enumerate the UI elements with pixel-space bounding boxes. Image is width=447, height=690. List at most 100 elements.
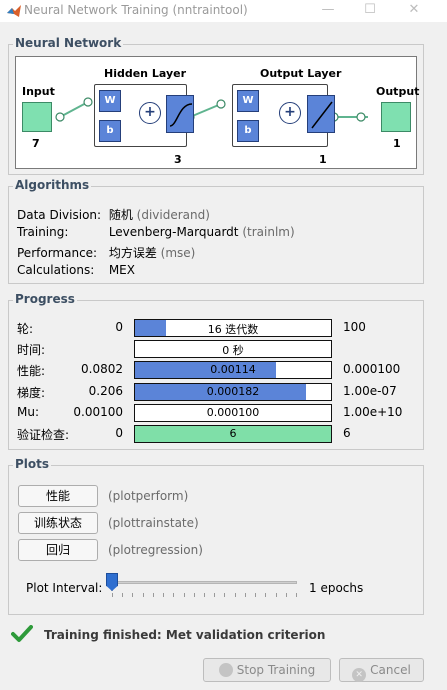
slider-tick	[122, 593, 124, 597]
plot-interval-slider[interactable]	[107, 581, 297, 584]
slider-tick	[183, 593, 185, 597]
plot-interval-value: 1 epochs	[309, 581, 364, 595]
algorithm-fn: (dividerand)	[136, 208, 210, 222]
output-layer-size: 1	[319, 153, 327, 166]
algorithm-value: Levenberg-Marquardt	[108, 225, 239, 239]
progress-end-value: 0.000100	[343, 362, 401, 377]
algorithm-key: Performance:	[17, 246, 98, 260]
progress-row-name: Mu:	[17, 404, 40, 419]
minimize-button[interactable]: —	[318, 1, 338, 19]
slider-tick	[244, 593, 246, 597]
output-size: 1	[393, 137, 401, 150]
stop-training-button[interactable]: Stop Training	[203, 658, 331, 682]
progress-current-value: 16 迭代数	[207, 323, 259, 336]
algorithms-title: Algorithms	[13, 178, 92, 192]
input-size: 7	[32, 137, 40, 150]
plot-regression-button[interactable]: 回归	[18, 539, 98, 561]
network-diagram: Input 7 Hidden Layer W b + 3 Output Laye…	[15, 56, 420, 169]
slider-tick	[275, 593, 277, 597]
progress-row-name: 时间:	[17, 343, 46, 358]
slider-tick	[132, 593, 134, 597]
cancel-icon: ✕	[352, 668, 367, 682]
output-layer-label: Output Layer	[260, 67, 342, 80]
slider-tick	[234, 593, 236, 597]
algorithm-key: Calculations:	[17, 263, 95, 277]
progress-title: Progress	[13, 292, 77, 306]
linear-transfer-icon	[307, 95, 335, 133]
slider-tick	[224, 593, 226, 597]
algorithm-fn: (mse)	[160, 246, 196, 260]
progress-current-value: 0.00114	[210, 363, 256, 377]
progress-start-value: 0.206	[88, 383, 123, 398]
algorithm-value: 随机	[108, 208, 133, 222]
hidden-layer: W b +	[94, 84, 194, 147]
algorithm-fn: (trainlm)	[242, 225, 295, 239]
plot-fn-label: (plotregression)	[108, 543, 203, 557]
slider-tick	[296, 593, 297, 597]
title-bar[interactable]: Neural Network Training (nntraintool) — …	[0, 0, 447, 22]
algorithm-row-calculations: Calculations: MEX	[17, 263, 135, 277]
plots-title: Plots	[13, 457, 52, 471]
progress-bar: 0.000100	[134, 403, 332, 422]
maximize-button[interactable]: ☐	[360, 1, 380, 19]
progress-panel: Progress 轮: 0 16 迭代数 100 时间: 0 秒性能: 0.0802 0.00…	[8, 292, 424, 450]
algorithms-panel: Algorithms Data Division: 随机 (dividerand…	[8, 178, 424, 284]
output-sum-node: +	[279, 102, 301, 124]
checkmark-icon	[11, 625, 33, 642]
slider-tick	[193, 593, 195, 597]
plot-performance-button[interactable]: 性能	[18, 485, 98, 507]
neural-network-panel: Neural Network Input 7 Hidden Layer W b …	[8, 36, 424, 175]
progress-start-value: 0.0802	[81, 362, 123, 377]
algorithm-row-data-division: Data Division: 随机 (dividerand)	[17, 206, 210, 223]
slider-tick	[265, 593, 267, 597]
progress-current-value: 0 秒	[222, 344, 244, 358]
slider-tick	[255, 593, 257, 597]
progress-current-value: 0.000100	[206, 405, 260, 419]
progress-row-name: 梯度:	[17, 385, 46, 400]
slider-tick	[173, 593, 175, 597]
plots-panel: Plots 性能 (plotperform) 训练状态 (plottrainst…	[8, 457, 424, 615]
progress-bar: 0.00114	[134, 361, 332, 380]
progress-bar: 16 迭代数	[134, 319, 332, 337]
plot-interval-label: Plot Interval:	[26, 581, 103, 595]
status-message: Training finished: Met validation criter…	[44, 628, 326, 642]
hidden-layer-label: Hidden Layer	[104, 67, 186, 80]
network-connections	[55, 97, 368, 133]
algorithm-row-training: Training: Levenberg-Marquardt (trainlm)	[17, 225, 295, 239]
progress-row-name: 轮:	[17, 322, 34, 336]
stop-icon	[218, 663, 233, 677]
cancel-button[interactable]: ✕ Cancel	[339, 658, 424, 682]
slider-tick	[285, 593, 287, 597]
sigmoid-transfer-icon	[166, 95, 194, 133]
neural-network-title: Neural Network	[13, 36, 124, 50]
progress-end-value: 1.00e-07	[343, 383, 397, 398]
close-button[interactable]: ✕	[404, 1, 424, 19]
progress-current-value: 0.000182	[206, 384, 260, 398]
output-weight: W	[237, 90, 259, 112]
progress-bar: 0.000182	[134, 382, 332, 401]
progress-bar: 0 秒	[134, 340, 332, 359]
progress-end-value: 100	[343, 320, 366, 334]
progress-current-value: 6	[229, 427, 237, 440]
input-label: Input	[22, 85, 55, 98]
progress-start-value: 0	[115, 426, 123, 440]
progress-start-value: 0	[115, 320, 123, 334]
plot-fn-label: (plottrainstate)	[108, 516, 199, 530]
slider-tick	[214, 593, 216, 597]
hidden-bias: b	[99, 120, 121, 142]
output-bias: b	[237, 120, 259, 142]
output-label: Output	[376, 85, 420, 98]
slider-tick	[112, 593, 113, 597]
algorithm-key: Data Division:	[17, 208, 102, 222]
cancel-label: Cancel	[370, 663, 411, 677]
output-layer: W b +	[232, 84, 335, 147]
matlab-logo-icon	[7, 5, 21, 17]
input-node	[22, 102, 52, 132]
algorithm-value: MEX	[108, 263, 135, 277]
slider-tick	[152, 593, 154, 597]
progress-start-value: 0.00100	[73, 404, 123, 419]
progress-end-value: 1.00e+10	[343, 404, 403, 419]
progress-end-value: 6	[343, 426, 351, 440]
output-node	[381, 102, 411, 132]
plot-trainstate-button[interactable]: 训练状态	[18, 512, 98, 534]
